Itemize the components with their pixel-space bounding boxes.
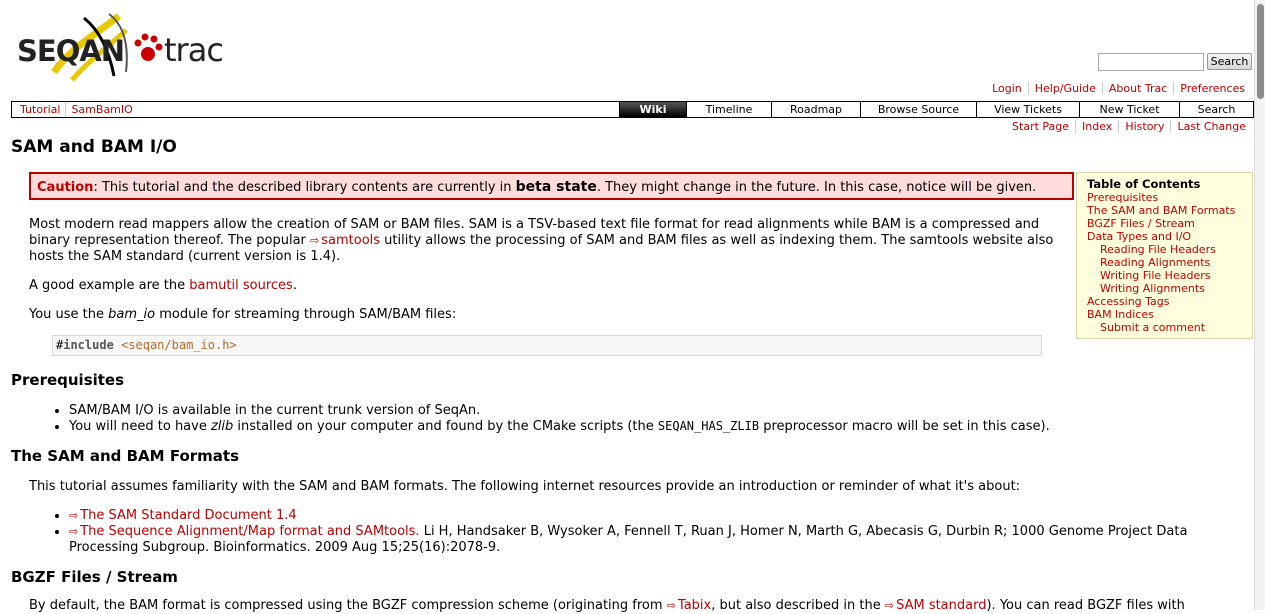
bgzf-text-3: ). You can read BGZF files with <box>986 598 1185 613</box>
tab-new-ticket[interactable]: New Ticket <box>1079 102 1179 117</box>
breadcrumb: Tutorial SamBamIO <box>15 102 138 117</box>
bam-io-module-name: bam_io <box>108 307 156 322</box>
prerequisites-heading: Prerequisites <box>11 371 125 389</box>
prereq-text-1: You will need to have <box>69 419 211 434</box>
code-keyword: include <box>63 338 114 352</box>
prereq-text-3: preprocessor macro will be set in this c… <box>759 419 1050 434</box>
sam-bam-formats-heading: The SAM and BAM Formats <box>11 447 240 465</box>
toc-item-accessing-tags[interactable]: Accessing Tags <box>1087 295 1170 308</box>
samtools-link[interactable]: samtools <box>321 233 380 248</box>
toc-item-writing-alignments[interactable]: Writing Alignments <box>1100 282 1205 295</box>
toc-item-prerequisites[interactable]: Prerequisites <box>1087 191 1158 204</box>
zlib-name: zlib <box>210 419 234 434</box>
breadcrumb-tutorial[interactable]: Tutorial <box>15 102 65 117</box>
page-title: SAM and BAM I/O <box>11 137 177 157</box>
last-change-link[interactable]: Last Change <box>1170 120 1252 133</box>
index-link[interactable]: Index <box>1075 120 1118 133</box>
meta-navigation: Login Help/Guide About Trac Preferences <box>986 82 1251 95</box>
bgzf-text-1: By default, the BAM format is compressed… <box>29 598 667 613</box>
code-header-string: <seqan/bam_io.h> <box>121 338 237 352</box>
code-block: #include <seqan/bam_io.h> <box>52 335 1042 356</box>
table-of-contents: Table of Contents Prerequisites The SAM … <box>1076 172 1253 339</box>
scrollbar-thumb[interactable] <box>1257 4 1264 99</box>
caution-text-2: . They might change in the future. In th… <box>596 180 1037 195</box>
tab-wiki[interactable]: Wiki <box>619 102 686 117</box>
main-navigation-bar: Tutorial SamBamIO Wiki Timeline Roadmap … <box>11 101 1254 118</box>
formats-resources-list: ⇨The SAM Standard Document 1.4 ⇨The Sequ… <box>50 508 1249 556</box>
example-text-2: . <box>292 278 297 293</box>
list-item: ⇨The SAM Standard Document 1.4 <box>69 508 1249 524</box>
bgzf-heading: BGZF Files / Stream <box>11 568 178 586</box>
tab-timeline[interactable]: Timeline <box>686 102 771 117</box>
toc-title: Table of Contents <box>1087 177 1201 191</box>
breadcrumb-sambamio[interactable]: SamBamIO <box>65 102 137 117</box>
search-button[interactable]: Search <box>1207 53 1252 70</box>
preferences-link[interactable]: Preferences <box>1173 82 1251 95</box>
toc-item-bgzf[interactable]: BGZF Files / Stream <box>1087 217 1195 230</box>
sam-format-paper-link[interactable]: The Sequence Alignment/Map format and SA… <box>80 524 419 539</box>
external-link-icon: ⇨ <box>884 599 895 612</box>
example-text-1: A good example are the <box>29 278 190 293</box>
tab-search[interactable]: Search <box>1179 102 1253 117</box>
formats-intro: This tutorial assumes familiarity with t… <box>29 479 1021 494</box>
tab-browse-source[interactable]: Browse Source <box>860 102 976 117</box>
caution-beta-state: beta state <box>515 179 597 195</box>
toc-item-data-types[interactable]: Data Types and I/O <box>1087 230 1191 243</box>
intro-paragraph: Most modern read mappers allow the creat… <box>29 217 1059 265</box>
history-link[interactable]: History <box>1118 120 1170 133</box>
vertical-scrollbar[interactable] <box>1254 0 1265 610</box>
bgzf-text-2: , but also described in the <box>711 598 885 613</box>
sam-standard-link[interactable]: SAM standard <box>896 598 986 613</box>
tabix-link[interactable]: Tabix <box>678 598 711 613</box>
seqan-trac-logo[interactable]: SEQAN trac <box>14 10 229 85</box>
external-link-icon: ⇨ <box>666 599 676 612</box>
module-text-2: module for streaming through SAM/BAM fil… <box>155 307 457 322</box>
main-nav-tabs: Wiki Timeline Roadmap Browse Source View… <box>619 102 1253 117</box>
caution-text-1: : This tutorial and the described librar… <box>93 180 516 195</box>
start-page-link[interactable]: Start Page <box>1006 120 1075 133</box>
search-input[interactable] <box>1098 53 1204 71</box>
bamutil-sources-link[interactable]: bamutil sources <box>189 278 293 293</box>
list-item: ⇨The Sequence Alignment/Map format and S… <box>69 524 1249 556</box>
bgzf-paragraph: By default, the BAM format is compressed… <box>29 598 1249 614</box>
toc-item-reading-headers[interactable]: Reading File Headers <box>1100 243 1216 256</box>
caution-label: Caution <box>37 180 94 195</box>
toc-item-reading-alignments[interactable]: Reading Alignments <box>1100 256 1210 269</box>
context-navigation: Start Page Index History Last Change <box>1006 120 1252 133</box>
login-link[interactable]: Login <box>986 82 1028 95</box>
sam-standard-doc-link[interactable]: The SAM Standard Document 1.4 <box>80 508 296 523</box>
tab-view-tickets[interactable]: View Tickets <box>976 102 1079 117</box>
list-item: You will need to have zlib installed on … <box>69 419 1249 435</box>
toc-item-writing-headers[interactable]: Writing File Headers <box>1100 269 1210 282</box>
module-text-1: You use the <box>29 307 109 322</box>
prereq-text-2: installed on your computer and found by … <box>233 419 658 434</box>
example-paragraph: A good example are the bamutil sources. <box>29 278 1059 294</box>
seqan-has-zlib-macro: SEQAN_HAS_ZLIB <box>657 419 760 433</box>
module-paragraph: You use the bam_io module for streaming … <box>29 307 1059 323</box>
help-guide-link[interactable]: Help/Guide <box>1027 82 1102 95</box>
toc-item-sam-bam-formats[interactable]: The SAM and BAM Formats <box>1087 204 1235 217</box>
logo-trac-text: trac <box>164 31 224 69</box>
list-item: SAM/BAM I/O is available in the current … <box>69 403 1249 419</box>
tab-roadmap[interactable]: Roadmap <box>771 102 860 117</box>
toc-item-bam-indices[interactable]: BAM Indices <box>1087 308 1154 321</box>
caution-box: Caution: This tutorial and the described… <box>29 172 1074 200</box>
external-link-icon: ⇨ <box>310 234 320 247</box>
toc-item-submit-comment[interactable]: Submit a comment <box>1100 321 1205 334</box>
prerequisites-list: SAM/BAM I/O is available in the current … <box>50 403 1249 435</box>
about-trac-link[interactable]: About Trac <box>1101 82 1173 95</box>
external-link-icon: ⇨ <box>69 525 79 538</box>
external-link-icon: ⇨ <box>69 509 79 522</box>
logo-seqan-text: SEQAN <box>17 34 125 68</box>
